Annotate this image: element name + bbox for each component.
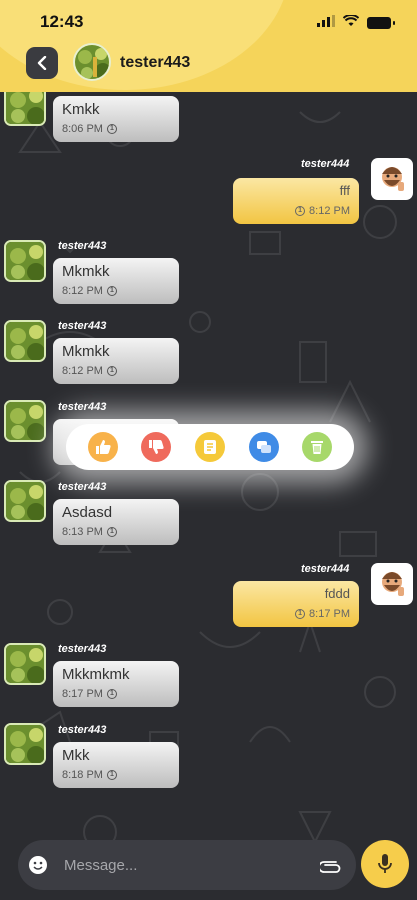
message-text: Mkmkk [62, 343, 110, 360]
status-time: 12:43 [40, 12, 84, 31]
reply-button[interactable] [248, 432, 279, 462]
message-text: Mkkmkmk [62, 666, 130, 683]
sender-name: tester443 [58, 724, 107, 736]
sender-name: tester443 [58, 401, 107, 413]
message-time: 1 8:12 PM [295, 205, 350, 217]
sender-name: tester443 [58, 643, 107, 655]
chevron-left-icon [37, 56, 47, 70]
trash-icon [311, 441, 324, 454]
dislike-button[interactable] [141, 432, 172, 462]
contact-avatar[interactable] [73, 43, 111, 81]
delivered-icon: 1 [106, 286, 117, 296]
message-text: fddd [324, 586, 350, 601]
sender-avatar[interactable] [4, 643, 46, 685]
delivered-icon: 1 [106, 527, 117, 537]
sender-avatar[interactable] [4, 480, 46, 522]
my-avatar[interactable] [371, 158, 413, 200]
note-button[interactable] [194, 432, 225, 462]
message-bubble[interactable]: Mkkmkmk 8:17 PM 1 [53, 661, 179, 707]
delivered-icon: 1 [106, 770, 117, 780]
message-bubble[interactable]: Kmkk 8:06 PM 1 [53, 96, 179, 142]
chat-area[interactable]: Kmkk 8:06 PM 1 tester444 fff 1 8:12 PM tes… [0, 92, 417, 900]
battery-icon [367, 17, 395, 29]
message-bubble[interactable]: Mkmkk 8:12 PM 1 [53, 258, 179, 304]
message-time: 8:13 PM 1 [62, 526, 117, 538]
sender-name: tester443 [58, 320, 107, 332]
delete-button[interactable] [302, 432, 333, 462]
voice-record-button[interactable] [361, 840, 409, 888]
sender-avatar[interactable] [4, 240, 46, 282]
sender-name: tester444 [301, 563, 350, 575]
message-bubble[interactable]: Mkmkk 8:12 PM 1 [53, 338, 179, 384]
chat-icon [256, 441, 271, 453]
message-bubble[interactable]: fff 1 8:12 PM [233, 178, 359, 224]
composer [18, 840, 356, 890]
thumbs-up-icon [95, 440, 111, 454]
message-time: 8:18 PM 1 [62, 769, 117, 781]
message-input[interactable] [64, 852, 304, 878]
delivered-icon: 1 [295, 609, 306, 619]
like-button[interactable] [87, 432, 118, 462]
my-avatar[interactable] [371, 563, 413, 605]
message-bubble[interactable]: fddd 1 8:17 PM [233, 581, 359, 627]
sender-avatar[interactable] [4, 92, 46, 126]
sender-avatar[interactable] [4, 320, 46, 362]
delivered-icon: 1 [106, 366, 117, 376]
message-text: fff [339, 183, 350, 198]
message-text: Kmkk [62, 101, 100, 118]
delivered-icon: 1 [106, 689, 117, 699]
signal-icon [317, 14, 335, 32]
message-action-menu [66, 424, 354, 470]
microphone-icon [378, 854, 392, 873]
thumbs-down-icon [149, 440, 164, 454]
message-text: Asdasd [62, 504, 113, 521]
sender-avatar[interactable] [4, 723, 46, 765]
sender-avatar[interactable] [4, 400, 46, 442]
message-bubble[interactable]: Asdasd 8:13 PM 1 [53, 499, 179, 545]
message-time: 1 8:17 PM [295, 608, 350, 620]
message-time: 8:17 PM 1 [62, 688, 117, 700]
delivered-icon: 1 [295, 206, 306, 216]
sender-name: tester444 [301, 158, 350, 170]
chat-header: 12:43 tester443 [0, 0, 417, 92]
status-icons [317, 14, 395, 32]
message-text: Mkk [62, 747, 90, 764]
back-button[interactable] [26, 47, 58, 79]
delivered-icon: 1 [106, 124, 117, 134]
paperclip-icon[interactable] [320, 856, 342, 874]
message-time: 8:12 PM 1 [62, 365, 117, 377]
message-time: 8:06 PM 1 [62, 123, 117, 135]
wifi-icon [342, 14, 360, 32]
message-text: Mkmkk [62, 263, 110, 280]
emoji-icon[interactable] [28, 855, 48, 875]
note-icon [203, 440, 216, 454]
message-bubble[interactable]: Mkk 8:18 PM 1 [53, 742, 179, 788]
sender-name: tester443 [58, 240, 107, 252]
message-time: 8:12 PM 1 [62, 285, 117, 297]
memoji-avatar-icon [382, 572, 404, 596]
sender-name: tester443 [58, 481, 107, 493]
contact-name[interactable]: tester443 [120, 54, 190, 72]
memoji-avatar-icon [382, 167, 404, 191]
